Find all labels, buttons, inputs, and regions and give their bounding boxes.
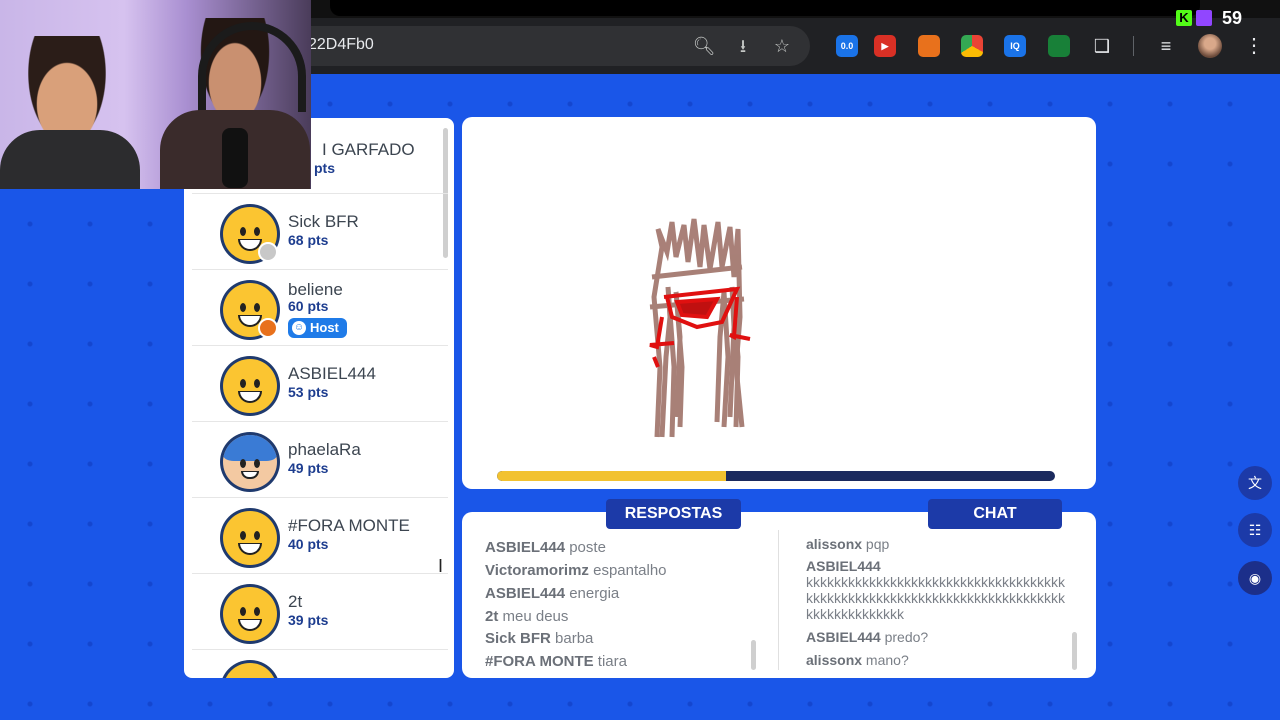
webcam-overlay [0, 0, 311, 189]
drawing [649, 218, 751, 438]
answer-item: ASBIEL444 poste [485, 539, 606, 556]
bot-icon[interactable]: ◉ [1238, 561, 1272, 595]
player-name: Sick BFR [288, 212, 359, 231]
timer-bar [497, 471, 1055, 481]
extensions-icon[interactable]: ❑ [1090, 34, 1114, 58]
player-points: 40 pts [288, 536, 329, 552]
chat-message-text: kkkkkkkkkkkkkkkkkkkkkkkkkkkkkkkkkkkkkkkk… [806, 574, 1065, 622]
avatar [220, 584, 280, 644]
kick-icon: K [1176, 10, 1192, 26]
player-row: beliene 60 pts ☺ Host [192, 270, 448, 346]
microphone [222, 128, 248, 188]
answer-item: 2t meu deus [485, 608, 569, 625]
star-icon[interactable]: ☆ [770, 34, 794, 58]
answers-scrollbar[interactable] [751, 640, 756, 670]
player-row: phaelaRa 49 pts [192, 422, 448, 498]
player-name: 2t [288, 592, 303, 611]
fox-extension-icon[interactable] [918, 35, 940, 57]
status-dot [258, 242, 278, 262]
player-name: beliene [288, 280, 343, 299]
tab-strip-pill [330, 0, 1200, 16]
host-badge: ☺ Host [288, 318, 347, 338]
zoom-icon[interactable]: 🔍︎ [692, 34, 716, 58]
install-icon[interactable]: ⭳ [731, 34, 755, 58]
color-extension-icon[interactable] [961, 35, 983, 57]
video-extension-icon[interactable]: ▶ [874, 35, 896, 57]
avatar [220, 508, 280, 568]
extension-badge-icon[interactable]: 0.0 [836, 35, 858, 57]
avatar [220, 660, 280, 678]
chat-message: alissonx pqp [806, 536, 890, 552]
player-row: Sick BFR 68 pts [192, 194, 448, 270]
answer-item: Victoramorimz espantalho [485, 562, 667, 579]
player-name: I GARFADO [322, 140, 415, 159]
chat-message: ASBIEL444 predo? [806, 629, 929, 645]
chat-scrollbar[interactable] [1072, 632, 1077, 670]
tab-chat[interactable]: CHAT [928, 499, 1062, 529]
chat-message-user: ASBIEL444 [806, 558, 881, 574]
translate-icon[interactable]: 文 [1238, 466, 1272, 500]
answer-item: #FORA MONTE tiara [485, 653, 627, 670]
player-row: ASBIEL444 53 pts [192, 346, 448, 422]
iq-extension-icon[interactable]: IQ [1004, 35, 1026, 57]
player-name: phaelaRa [288, 440, 361, 459]
timer-fill [497, 471, 726, 481]
player-points: 60 pts [288, 298, 329, 314]
player-points: 53 pts [288, 384, 329, 400]
twitch-icon [1196, 10, 1212, 26]
profile-avatar[interactable] [1198, 34, 1222, 58]
player-name: #FORA MONTE [288, 516, 410, 535]
players-panel: I GARFADO pts Sick BFR 68 pts beliene 60… [184, 118, 454, 678]
answer-item: Sick BFR barba [485, 630, 594, 647]
player-points: pts [314, 160, 335, 176]
viewer-count: 59 [1222, 7, 1243, 28]
answer-item: ASBIEL444 energia [485, 585, 620, 602]
media-icon[interactable]: ≡ [1154, 34, 1178, 58]
chat-message: alissonx mano? [806, 652, 909, 668]
stream-overlay: K 59 [1176, 6, 1242, 30]
host-label: Host [310, 320, 339, 335]
streamer-left-body [0, 130, 140, 189]
menu-icon[interactable]: ⋮ [1244, 34, 1264, 58]
player-points: 49 pts [288, 460, 329, 476]
green-extension-icon[interactable] [1048, 35, 1070, 57]
player-row: #FORA MONTE 40 pts [192, 498, 448, 574]
avatar [220, 432, 280, 492]
player-name: ASBIEL444 [288, 364, 376, 383]
text-cursor-icon: I [438, 556, 444, 576]
tab-answers[interactable]: RESPOSTAS [606, 499, 741, 529]
avatar [220, 356, 280, 416]
status-dot [258, 318, 278, 338]
player-points: 39 pts [288, 612, 329, 628]
toolbar-separator [1133, 36, 1134, 56]
host-icon: ☺ [292, 321, 306, 335]
player-row: 2t 39 pts [192, 574, 448, 650]
player-row [192, 650, 448, 678]
grid-icon[interactable]: ☷ [1238, 513, 1272, 547]
panel-divider [778, 530, 779, 670]
player-points: 68 pts [288, 232, 329, 248]
url-text[interactable]: 22D4Fb0 [308, 36, 374, 54]
